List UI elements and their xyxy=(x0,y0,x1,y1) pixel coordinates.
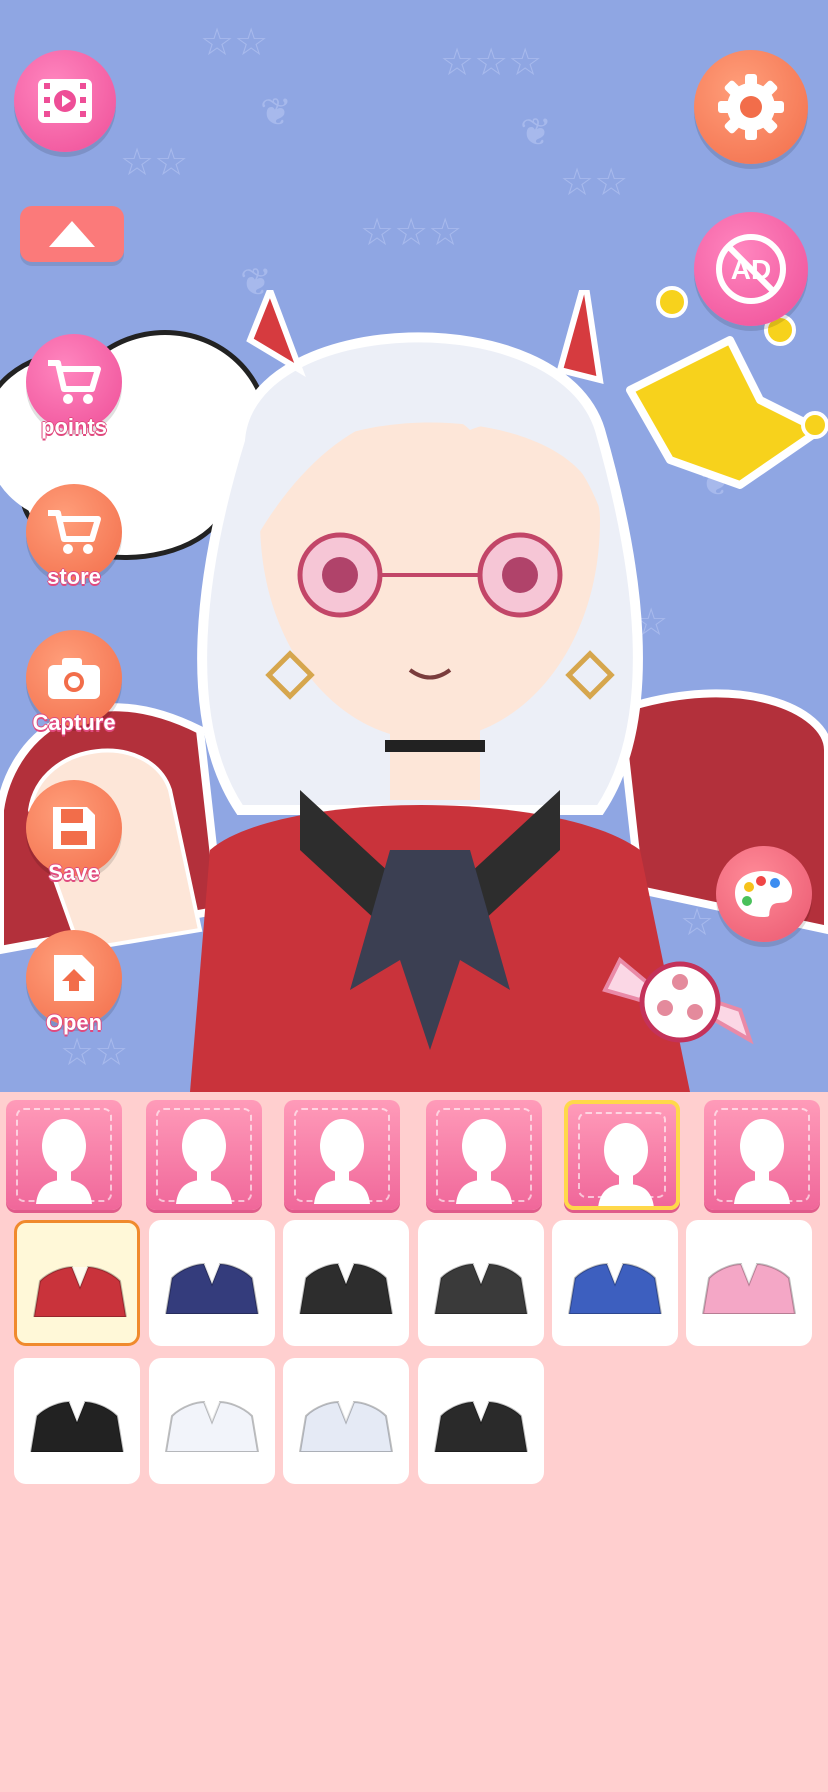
video-reward-button[interactable] xyxy=(14,50,116,152)
store-label: store xyxy=(47,564,101,589)
palette-icon xyxy=(735,871,793,917)
palette-button[interactable] xyxy=(716,846,812,942)
category-tab-hair-back[interactable] xyxy=(6,1100,122,1210)
outfit-item-white-striped-tee[interactable] xyxy=(283,1358,409,1484)
head-silhouette-icon xyxy=(176,1119,232,1204)
open-label: Open xyxy=(45,1010,103,1035)
head-silhouette-icon xyxy=(314,1119,370,1204)
floppy-disk-icon xyxy=(53,807,95,849)
category-tab-hair-front[interactable] xyxy=(146,1100,262,1210)
outfit-item-red-sailor-uniform[interactable] xyxy=(14,1220,140,1346)
chevron-up-icon xyxy=(49,221,95,247)
head-silhouette-icon xyxy=(734,1119,790,1204)
category-tab-neckwear[interactable] xyxy=(704,1100,820,1210)
outfit-thumbnail xyxy=(29,1400,125,1452)
outfit-item-white-polo[interactable] xyxy=(149,1358,275,1484)
category-tab-hair-side[interactable] xyxy=(426,1100,542,1210)
category-tab-hair-accessory[interactable] xyxy=(284,1100,400,1210)
no-ads-icon: AD xyxy=(716,234,786,304)
points-label: points xyxy=(41,414,107,439)
outfit-thumbnail xyxy=(164,1262,260,1314)
outfit-item-black-kimono[interactable] xyxy=(418,1358,544,1484)
save-label: Save xyxy=(48,860,100,885)
wardrobe-panel xyxy=(0,1092,828,1792)
head-silhouette-icon xyxy=(456,1119,512,1204)
outfit-thumbnail xyxy=(433,1262,529,1314)
gear-icon xyxy=(718,74,784,140)
open-button[interactable]: Open xyxy=(26,930,122,1035)
outfit-thumbnail xyxy=(567,1262,663,1314)
candy-icon[interactable] xyxy=(600,940,760,1060)
outfit-item-white-shirt-black-vest[interactable] xyxy=(418,1220,544,1346)
outfit-item-blue-hoodie[interactable] xyxy=(552,1220,678,1346)
remove-ads-button[interactable]: AD xyxy=(694,212,808,326)
outfit-thumbnail xyxy=(298,1262,394,1314)
outfit-item-black-frilled-top[interactable] xyxy=(283,1220,409,1346)
outfit-thumbnail xyxy=(164,1400,260,1452)
character-stage: ☆☆☆☆☆ ☆☆☆☆ ☆☆☆☆☆ ☆☆☆ ❦❦ ❦❦ xyxy=(0,0,828,1092)
collapse-button[interactable] xyxy=(20,206,124,262)
outfit-thumbnail xyxy=(701,1262,797,1314)
store-button[interactable]: store xyxy=(26,484,122,589)
outfit-item-black-cat-hood[interactable] xyxy=(14,1358,140,1484)
outfit-thumbnail xyxy=(433,1400,529,1452)
outfit-item-pink-jacket[interactable] xyxy=(686,1220,812,1346)
open-file-icon xyxy=(54,955,94,1001)
save-button[interactable]: Save xyxy=(26,780,122,885)
category-tab-outfit[interactable] xyxy=(564,1100,680,1210)
outfit-thumbnail xyxy=(298,1400,394,1452)
video-reward-icon xyxy=(38,79,92,123)
settings-button[interactable] xyxy=(694,50,808,164)
head-silhouette-icon xyxy=(36,1119,92,1204)
points-button[interactable]: points xyxy=(26,334,122,439)
head-silhouette-icon xyxy=(598,1123,654,1206)
camera-icon xyxy=(48,658,100,699)
cart-icon xyxy=(48,510,101,554)
outfit-item-navy-sailor-jacket[interactable] xyxy=(149,1220,275,1346)
capture-label: Capture xyxy=(32,710,116,735)
outfit-thumbnail xyxy=(32,1265,128,1317)
capture-button[interactable]: Capture xyxy=(26,630,122,735)
cart-icon xyxy=(48,360,101,404)
